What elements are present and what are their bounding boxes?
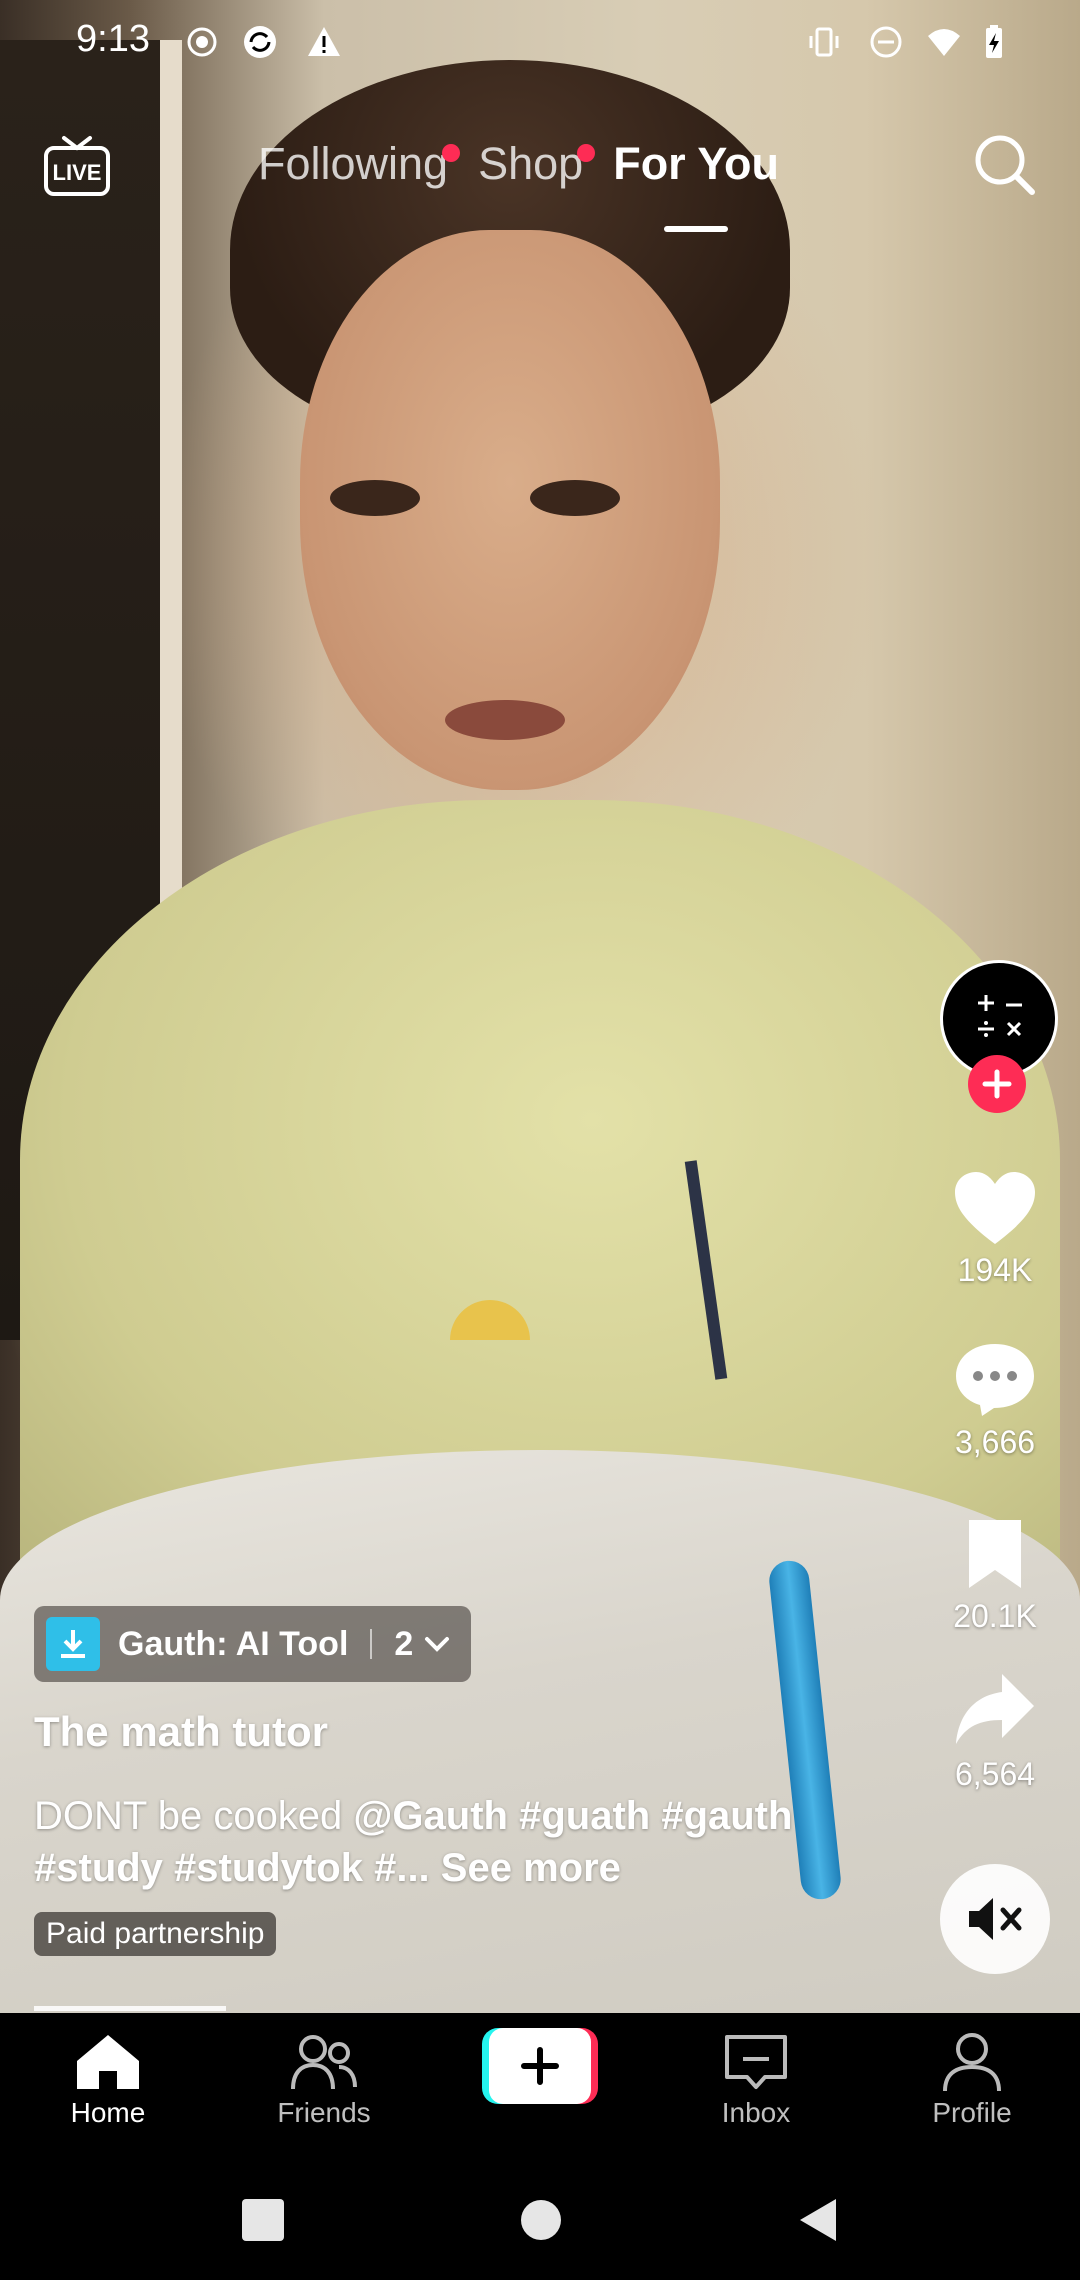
nav-inbox-label: Inbox	[721, 2097, 791, 2128]
warning-icon	[306, 24, 342, 60]
eye-graphic	[530, 480, 620, 516]
nav-home[interactable]: Home	[28, 2031, 188, 2129]
top-navigation: LIVE Following Shop For You	[0, 120, 1080, 232]
tab-following-label: Following	[258, 138, 449, 189]
search-icon	[975, 135, 1035, 195]
live-label: LIVE	[53, 160, 102, 185]
paid-partnership-badge: Paid partnership	[34, 1912, 277, 1956]
nav-home-label: Home	[70, 2097, 146, 2128]
inbox-icon	[725, 2035, 787, 2089]
nav-profile-label: Profile	[932, 2097, 1012, 2128]
notification-dot	[442, 144, 461, 162]
home-circle-icon[interactable]	[518, 2197, 564, 2243]
caption-text: DONT be cooked	[34, 1794, 354, 1838]
bottom-navigation: Home Friends Inbox Profile	[0, 2013, 1080, 2163]
app-name: Gauth: AI Tool	[118, 1624, 349, 1663]
chip-divider	[370, 1629, 373, 1659]
heart-icon	[955, 1172, 1035, 1244]
wifi-icon	[926, 24, 962, 60]
share-count: 6,564	[954, 1756, 1036, 1792]
tv-icon: LIVE	[44, 136, 110, 196]
plus-icon	[982, 1069, 1012, 1099]
share-arrow-icon	[956, 1674, 1034, 1744]
profile-icon	[943, 2033, 1001, 2092]
recents-icon[interactable]	[240, 2197, 286, 2243]
mouth-graphic	[445, 700, 565, 740]
speaker-muted-icon	[969, 1898, 1022, 1940]
vibrate-icon	[806, 24, 842, 60]
see-more-link[interactable]: See more	[441, 1846, 621, 1890]
feed-tabs: Following Shop For You	[258, 138, 780, 232]
create-button[interactable]	[482, 2028, 598, 2104]
status-time: 9:13	[76, 18, 150, 60]
eye-graphic	[330, 480, 420, 516]
status-bar: 9:13	[0, 0, 1080, 84]
tab-shop-label: Shop	[478, 138, 584, 189]
save-count: 20.1K	[953, 1598, 1037, 1634]
tab-for-you[interactable]: For You	[613, 138, 780, 232]
record-icon	[184, 24, 220, 60]
like-count: 194K	[957, 1252, 1033, 1288]
bookmark-icon	[969, 1520, 1021, 1588]
do-not-disturb-icon	[868, 24, 904, 60]
nav-profile[interactable]: Profile	[892, 2031, 1052, 2129]
create-plus-icon	[482, 2028, 598, 2104]
comment-icon	[956, 1344, 1034, 1416]
comment-count: 3,666	[954, 1424, 1036, 1460]
tab-following[interactable]: Following	[258, 138, 461, 218]
math-symbols-icon	[978, 995, 1022, 1037]
caption-mention[interactable]: @Gauth	[353, 1794, 508, 1838]
download-icon	[46, 1617, 100, 1671]
active-tab-indicator	[664, 226, 729, 232]
tab-shop[interactable]: Shop	[478, 138, 596, 218]
mute-toggle[interactable]	[940, 1864, 1050, 1974]
nav-inbox[interactable]: Inbox	[676, 2031, 836, 2129]
share-button[interactable]: 6,564	[930, 1670, 1060, 1793]
creator-name[interactable]: The math tutor	[34, 1708, 328, 1756]
nav-friends-label: Friends	[277, 2097, 371, 2128]
app-chip-count: 2	[394, 1624, 414, 1663]
battery-charging-icon	[976, 24, 1012, 60]
chevron-down-icon	[425, 1637, 450, 1652]
comment-button[interactable]: 3,666	[930, 1340, 1060, 1461]
video-progress-bar[interactable]	[34, 2006, 226, 2011]
tab-for-you-label: For You	[613, 138, 780, 189]
system-navigation	[0, 2163, 1080, 2280]
live-button[interactable]: LIVE	[42, 130, 112, 200]
caption[interactable]: DONT be cooked @Gauth #guath #gauth #stu…	[34, 1790, 824, 1894]
notification-dot	[577, 144, 596, 162]
back-triangle-icon[interactable]	[796, 2197, 842, 2243]
bookmark-button[interactable]: 20.1K	[930, 1516, 1060, 1635]
sync-icon	[242, 24, 278, 60]
friends-icon	[291, 2035, 357, 2090]
follow-button[interactable]	[968, 1055, 1026, 1113]
home-icon	[77, 2035, 139, 2089]
nav-friends[interactable]: Friends	[244, 2031, 404, 2129]
like-button[interactable]: 194K	[930, 1170, 1060, 1289]
search-button[interactable]	[970, 130, 1040, 200]
app-promo-chip[interactable]: Gauth: AI Tool 2	[34, 1606, 472, 1682]
